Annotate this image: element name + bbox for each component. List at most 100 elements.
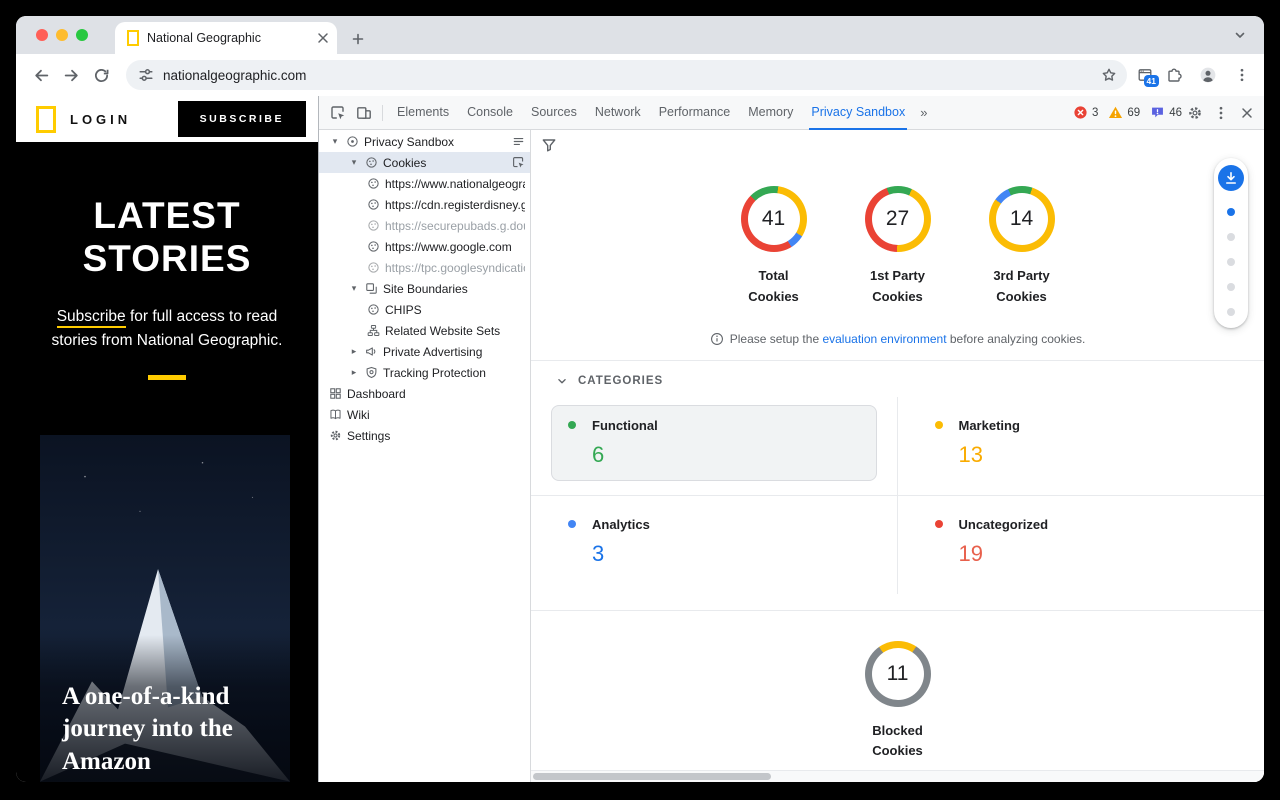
- forward-button[interactable]: [56, 60, 86, 90]
- device-toolbar-button[interactable]: [351, 100, 377, 126]
- browser-tab[interactable]: National Geographic: [115, 22, 337, 54]
- category-card-uncategorized[interactable]: Uncategorized19: [918, 504, 1245, 580]
- tree-item-label: Site Boundaries: [383, 282, 525, 296]
- issues-badge[interactable]: 46: [1150, 105, 1182, 120]
- bookmark-star-icon[interactable]: [1101, 67, 1117, 83]
- address-bar[interactable]: nationalgeographic.com: [126, 60, 1127, 90]
- horizontal-scrollbar[interactable]: [531, 770, 1264, 782]
- devtools-tab-memory[interactable]: Memory: [739, 96, 802, 130]
- filter-icon[interactable]: [541, 137, 557, 153]
- more-tabs-button[interactable]: »: [914, 105, 933, 120]
- donut-value-blocked-cookies: 11: [872, 648, 924, 700]
- tree-item-https-cdn-registerdisney-go-com[interactable]: https://cdn.registerdisney.go.com: [319, 194, 530, 215]
- tree-item-settings[interactable]: Settings: [319, 425, 530, 446]
- tree-item-privacy-sandbox[interactable]: ▾Privacy Sandbox: [319, 131, 530, 152]
- window-controls: [36, 29, 88, 41]
- tree-item-related-website-sets[interactable]: Related Website Sets: [319, 320, 530, 341]
- natgeo-logo[interactable]: [36, 106, 56, 133]
- side-nav-dots: [1227, 208, 1235, 316]
- category-card-header: Functional: [568, 418, 860, 433]
- tree-item-https-securepubads-g-doubleclick-net[interactable]: https://securepubads.g.doubleclick.net: [319, 215, 530, 236]
- category-card-functional[interactable]: Functional6: [551, 405, 877, 481]
- reload-button[interactable]: [86, 60, 116, 90]
- scrollbar-thumb[interactable]: [533, 773, 771, 780]
- chevron-down-icon[interactable]: ▾: [329, 136, 341, 147]
- tree-item-https-www-google-com[interactable]: https://www.google.com: [319, 236, 530, 257]
- login-link[interactable]: LOGIN: [70, 112, 131, 127]
- hero-story-card[interactable]: A one-of-a-kind journey into the Amazon: [40, 435, 290, 782]
- tab-search-button[interactable]: [1232, 27, 1248, 43]
- ads-icon: [365, 345, 378, 358]
- tree-item-label: Cookies: [383, 156, 507, 170]
- site-boundaries-icon: [365, 282, 378, 295]
- devtools-tab-console[interactable]: Console: [458, 96, 522, 130]
- tree-item-site-boundaries[interactable]: ▾ Site Boundaries: [319, 278, 530, 299]
- download-report-button[interactable]: [1218, 165, 1244, 191]
- devtools-menu-button[interactable]: [1208, 100, 1234, 126]
- back-button[interactable]: [26, 60, 56, 90]
- console-errors-badge[interactable]: 3: [1073, 105, 1098, 120]
- devtools-tab-sources[interactable]: Sources: [522, 96, 586, 130]
- zoom-window-button[interactable]: [76, 29, 88, 41]
- tree-item-https-www-nationalgeographic-com[interactable]: https://www.nationalgeographic.com: [319, 173, 530, 194]
- site-settings-icon[interactable]: [138, 67, 154, 83]
- tree-item-tracking-protection[interactable]: ▸Tracking Protection: [319, 362, 530, 383]
- inspect-element-button[interactable]: [325, 100, 351, 126]
- side-nav-dot[interactable]: [1227, 308, 1235, 316]
- cookie-extension-button[interactable]: 41: [1137, 67, 1153, 83]
- devtools-tab-network[interactable]: Network: [586, 96, 650, 130]
- subscribe-link[interactable]: Subscribe: [57, 308, 126, 328]
- warning-count: 69: [1127, 107, 1140, 119]
- error-count: 3: [1092, 107, 1098, 119]
- devtools-toolbar: ElementsConsoleSourcesNetworkPerformance…: [319, 96, 1264, 130]
- category-card-analytics[interactable]: Analytics3: [551, 504, 877, 580]
- tree-item-chips[interactable]: CHIPS: [319, 299, 530, 320]
- new-tab-button[interactable]: [350, 31, 366, 47]
- chevron-down-icon[interactable]: ▾: [348, 157, 360, 168]
- donut-label-3rd-party-cookies: 3rd PartyCookies: [993, 266, 1049, 308]
- close-window-button[interactable]: [36, 29, 48, 41]
- extensions-menu-icon[interactable]: [1166, 67, 1182, 83]
- tree-item-label: https://cdn.registerdisney.go.com: [385, 198, 525, 212]
- side-nav-dot[interactable]: [1227, 258, 1235, 266]
- side-nav-dot[interactable]: [1227, 208, 1235, 216]
- chevron-right-icon[interactable]: ▸: [348, 367, 360, 378]
- subscribe-button[interactable]: SUBSCRIBE: [178, 101, 306, 137]
- blocked-cookies-section: 11BlockedCookies: [531, 611, 1264, 763]
- chevron-right-icon[interactable]: ▸: [348, 346, 360, 357]
- tree-item-wiki[interactable]: Wiki: [319, 404, 530, 425]
- evaluation-environment-link[interactable]: evaluation environment: [822, 332, 946, 346]
- inspect-icon[interactable]: [512, 156, 525, 169]
- minimize-window-button[interactable]: [56, 29, 68, 41]
- chevron-down-icon: [555, 374, 569, 388]
- console-warnings-badge[interactable]: 69: [1108, 105, 1140, 120]
- site-preview: LOGIN SUBSCRIBE LATEST STORIES Subscribe…: [16, 96, 318, 782]
- devtools-tab-privacy-sandbox[interactable]: Privacy Sandbox: [802, 96, 914, 130]
- tree-item-dashboard[interactable]: Dashboard: [319, 383, 530, 404]
- devtools-tabs: ElementsConsoleSourcesNetworkPerformance…: [388, 96, 914, 130]
- category-dot: [935, 421, 943, 429]
- devtools-close-button[interactable]: [1234, 100, 1260, 126]
- devtools-tab-performance[interactable]: Performance: [650, 96, 740, 130]
- categories-header[interactable]: CATEGORIES: [531, 361, 1264, 397]
- tab-close-icon[interactable]: [315, 30, 329, 46]
- yellow-divider: [148, 375, 186, 380]
- devtools-tab-elements[interactable]: Elements: [388, 96, 458, 130]
- side-nav-dot[interactable]: [1227, 283, 1235, 291]
- tree-item-cookies[interactable]: ▾ Cookies: [319, 152, 530, 173]
- chevron-down-icon[interactable]: ▾: [348, 283, 360, 294]
- profile-avatar[interactable]: [1195, 62, 1221, 88]
- browser-menu-icon[interactable]: [1234, 67, 1250, 83]
- panel-list-icon[interactable]: [512, 135, 525, 148]
- category-card-header: Uncategorized: [935, 517, 1228, 532]
- donut-value-3rd-party-cookies: 14: [996, 193, 1048, 245]
- hero-caption: A one-of-a-kind journey into the Amazon: [40, 635, 290, 783]
- tree-item-label: Wiki: [347, 408, 525, 422]
- tree-item-https-tpc-googlesyndication-com[interactable]: https://tpc.googlesyndication.com: [319, 257, 530, 278]
- devtools-settings-button[interactable]: [1182, 100, 1208, 126]
- related-sets-icon: [367, 324, 380, 337]
- donut-ring-blocked-cookies: 11: [865, 641, 931, 707]
- category-card-marketing[interactable]: Marketing13: [918, 405, 1245, 481]
- side-nav-dot[interactable]: [1227, 233, 1235, 241]
- tree-item-private-advertising[interactable]: ▸Private Advertising: [319, 341, 530, 362]
